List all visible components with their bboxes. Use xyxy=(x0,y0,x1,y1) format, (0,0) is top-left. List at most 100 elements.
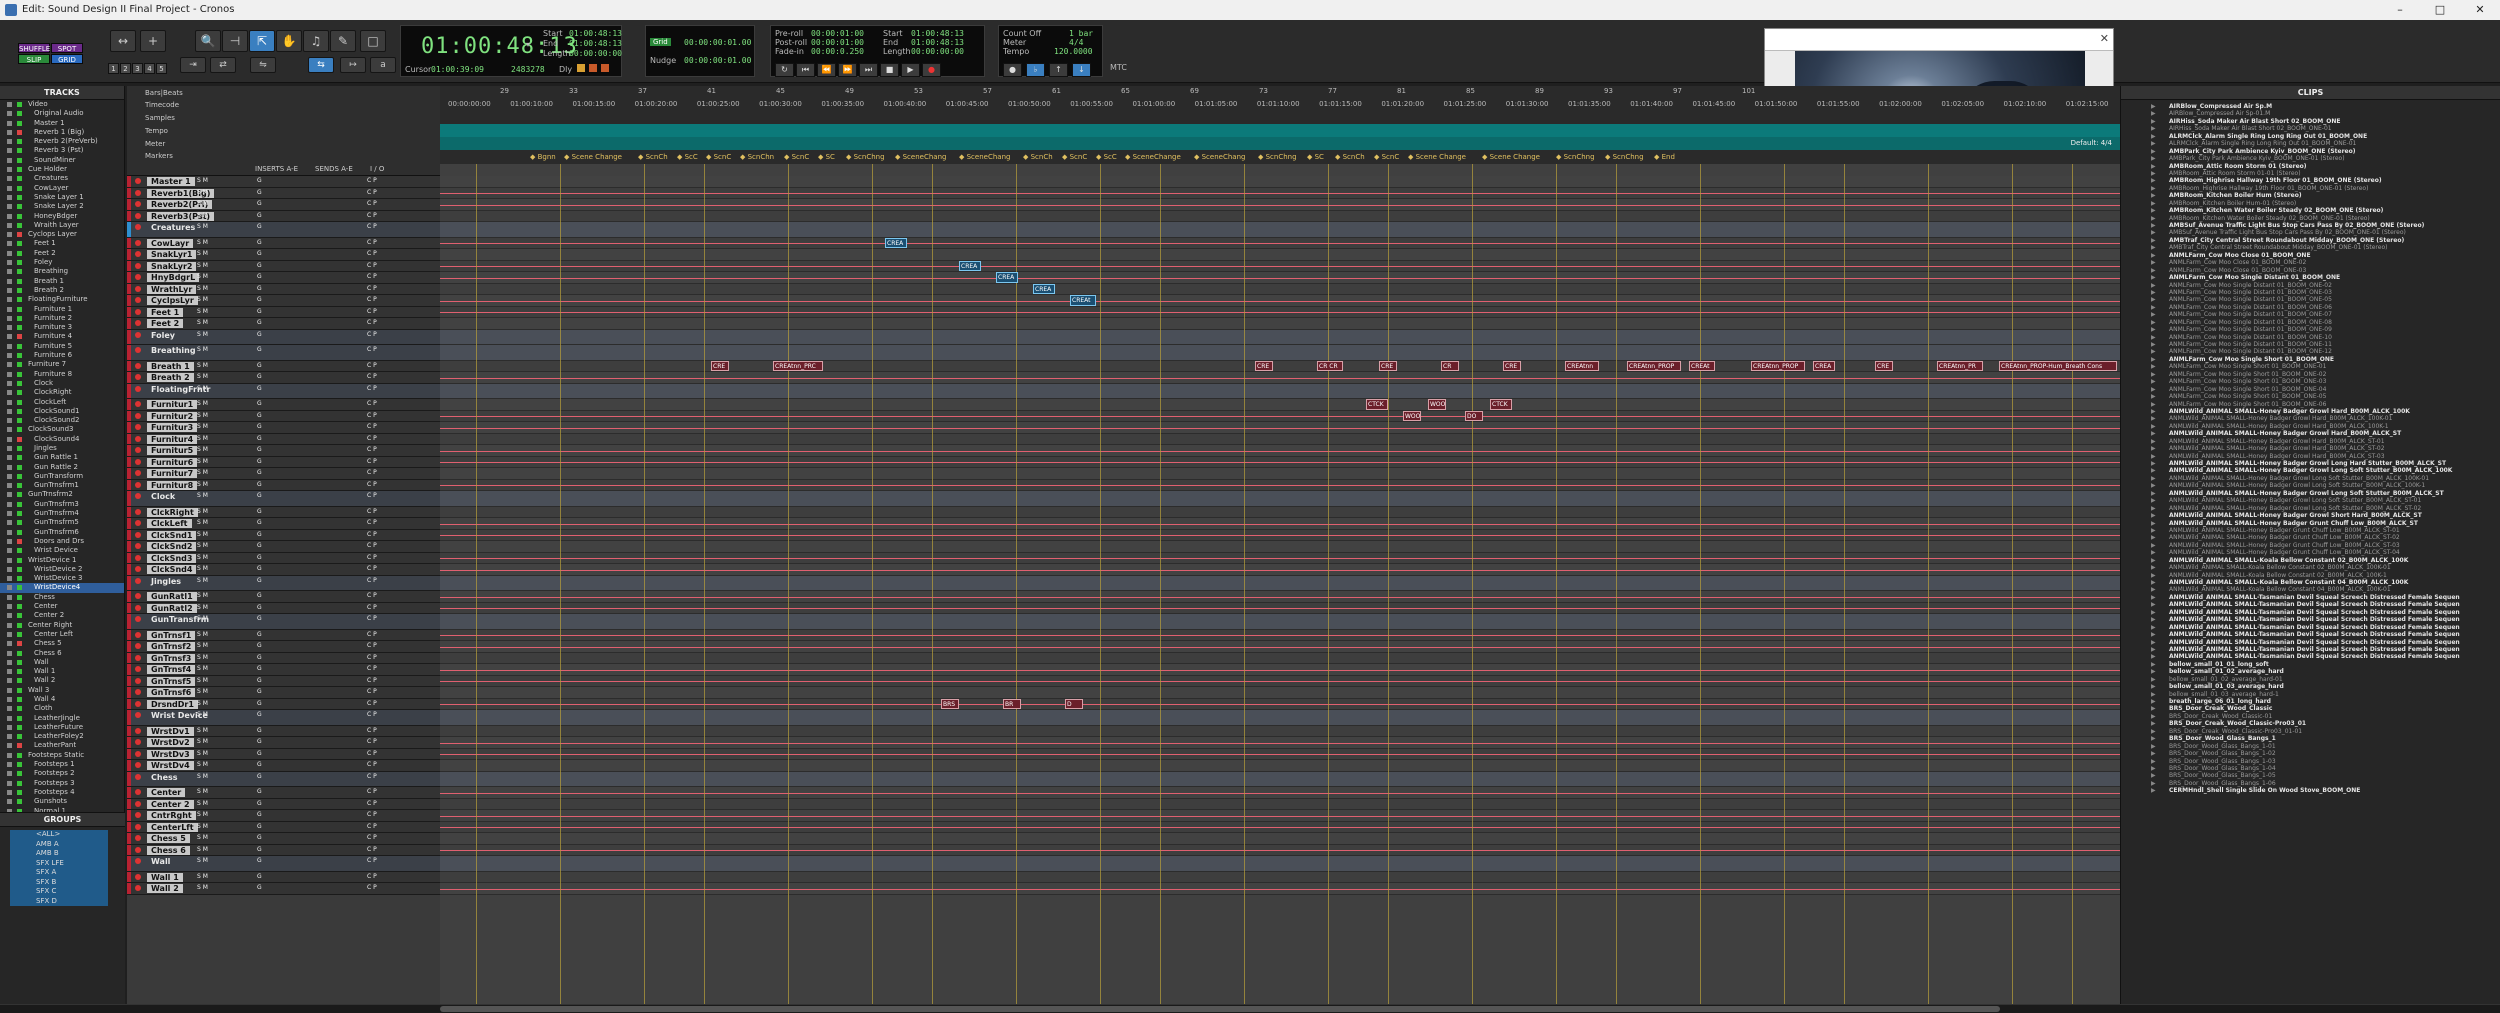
track-lane[interactable] xyxy=(440,798,2120,810)
record-enable-icon[interactable] xyxy=(135,201,141,207)
track-name[interactable]: Master 1 xyxy=(147,177,195,186)
record-enable-icon[interactable] xyxy=(135,424,141,430)
track-active-icon[interactable] xyxy=(17,473,22,479)
rewind-button[interactable]: ⏪ xyxy=(817,63,836,77)
io-slot[interactable]: C P xyxy=(367,761,377,769)
visibility-icon[interactable] xyxy=(7,557,12,563)
clips-list-item[interactable]: ▶ ANMLFarm_Cow Moo Single Distant 01_BOOM… xyxy=(2121,311,2500,318)
visibility-icon[interactable] xyxy=(7,371,12,377)
insert-slot[interactable]: G xyxy=(257,423,262,431)
clips-list-item[interactable]: ▶ ANMLWild_ANIMAL SMALL-Honey Badger Grow… xyxy=(2121,475,2500,482)
insert-slot[interactable]: G xyxy=(257,884,262,892)
insert-slot[interactable]: G xyxy=(257,761,262,769)
link-icon[interactable] xyxy=(601,64,609,72)
solo-mute-buttons[interactable]: S M xyxy=(197,811,208,819)
track-lane[interactable] xyxy=(440,833,2120,845)
track-list-item[interactable]: LeatherFoley2 xyxy=(0,732,124,741)
track-list-item[interactable]: SoundMiner xyxy=(0,156,124,165)
track-lane[interactable] xyxy=(440,844,2120,856)
track-active-icon[interactable] xyxy=(17,650,22,656)
track-name[interactable]: WrstDv3 xyxy=(147,749,194,759)
solo-mute-buttons[interactable]: S M xyxy=(197,373,208,381)
io-slot[interactable]: C P xyxy=(367,873,377,881)
track-lane[interactable] xyxy=(440,383,2120,399)
marker[interactable]: ◆ ScnChng xyxy=(846,153,885,161)
track-header[interactable]: Chess 6 S M G C P xyxy=(127,844,440,856)
io-slot[interactable]: C P xyxy=(367,346,377,354)
clips-list-item[interactable]: ▶ BRS_Door_Wood_Glass_Bangs_1-06 xyxy=(2121,780,2500,787)
clips-list-item[interactable]: ▶ ANMLWild_ANIMAL SMALL-Honey Badger Grow… xyxy=(2121,497,2500,504)
visibility-icon[interactable] xyxy=(7,724,12,730)
solo-mute-buttons[interactable]: S M xyxy=(197,884,208,892)
audio-clip[interactable]: D xyxy=(1065,698,1083,709)
track-header[interactable]: DrsndDr1 S M G C P xyxy=(127,698,440,710)
zoom-preset-2[interactable]: 2 xyxy=(120,63,131,74)
io-slot[interactable]: C P xyxy=(367,385,377,393)
track-lane[interactable] xyxy=(440,810,2120,822)
solo-mute-buttons[interactable]: S M xyxy=(197,223,208,231)
track-header[interactable]: GnTrnsf5 S M G C P xyxy=(127,675,440,687)
track-active-icon[interactable] xyxy=(17,762,22,768)
track-name[interactable]: Furnitur3 xyxy=(147,423,198,432)
record-enable-icon[interactable] xyxy=(135,331,141,338)
track-lane[interactable] xyxy=(440,479,2120,491)
io-slot[interactable]: C P xyxy=(367,423,377,431)
clips-list-item[interactable]: ▶ ANMLFarm_Cow Moo Close 01_BOOM_ONE-02 xyxy=(2121,259,2500,266)
track-lane[interactable] xyxy=(440,821,2120,833)
solo-mute-buttons[interactable]: S M xyxy=(197,212,208,220)
track-list-item[interactable]: WristDevice 1 xyxy=(0,556,124,565)
track-header[interactable]: SnakLyr1 S M G C P xyxy=(127,249,440,261)
audio-clip[interactable]: CREAtnn_PROP xyxy=(1627,360,1681,371)
expand-triangle-icon[interactable]: ▶ xyxy=(2151,274,2156,281)
audio-clip[interactable]: CRE xyxy=(1503,360,1521,371)
expand-triangle-icon[interactable]: ▶ xyxy=(2151,705,2156,712)
clips-list-item[interactable]: ▶ ANMLWild_ANIMAL SMALL-Honey Badger Grun… xyxy=(2121,549,2500,556)
meter-ruler[interactable]: Default: 4/4 xyxy=(440,137,2120,150)
solo-mute-buttons[interactable]: S M xyxy=(197,177,208,185)
record-enable-icon[interactable] xyxy=(135,274,141,280)
track-active-icon[interactable] xyxy=(17,622,22,628)
solo-mute-buttons[interactable]: S M xyxy=(197,873,208,881)
expand-triangle-icon[interactable]: ▶ xyxy=(2151,542,2156,549)
track-header[interactable]: ClckSnd1 S M G C P xyxy=(127,529,440,541)
insert-slot[interactable]: G xyxy=(257,492,262,500)
track-name[interactable]: Foley xyxy=(147,331,179,340)
clips-list-item[interactable]: ▶ AMBRoom_Highrise Hallway 19th Floor 01_… xyxy=(2121,177,2500,184)
record-enable-icon[interactable] xyxy=(135,577,141,584)
visibility-icon[interactable] xyxy=(7,706,12,712)
audio-clip[interactable]: WOO xyxy=(1403,410,1421,421)
track-lane[interactable] xyxy=(440,433,2120,445)
visibility-icon[interactable] xyxy=(7,473,12,479)
record-enable-icon[interactable] xyxy=(135,320,141,326)
track-header[interactable]: Creatures S M G C P xyxy=(127,222,440,238)
clips-list-item[interactable]: ▶ AMBSuf_Avenue Traffic Light Bus Stop Ca… xyxy=(2121,229,2500,236)
clips-list-item[interactable]: ▶ AMBTraf_City Central Street Roundabout … xyxy=(2121,237,2500,244)
track-header[interactable]: GnTrnsf1 S M G C P xyxy=(127,629,440,641)
clips-list-item[interactable]: ▶ bellow_small_01_02_average_hard xyxy=(2121,668,2500,675)
io-slot[interactable]: C P xyxy=(367,700,377,708)
insert-slot[interactable]: G xyxy=(257,577,262,585)
visibility-icon[interactable] xyxy=(7,464,12,470)
track-name[interactable]: Wall 1 xyxy=(147,872,183,882)
expand-triangle-icon[interactable]: ▶ xyxy=(2151,735,2156,742)
insert-slot[interactable]: G xyxy=(257,385,262,393)
track-name[interactable]: Furnitur7 xyxy=(147,469,198,478)
audio-clip[interactable]: CREAtnn_PROP-Hum_Breath Cons xyxy=(1999,360,2117,371)
expand-triangle-icon[interactable]: ▶ xyxy=(2151,750,2156,757)
track-list-item[interactable]: WristDevice 2 xyxy=(0,565,124,574)
io-slot[interactable]: C P xyxy=(367,846,377,854)
track-active-icon[interactable] xyxy=(17,306,22,312)
marker[interactable]: ◆ ScC xyxy=(1096,153,1117,161)
record-enable-icon[interactable] xyxy=(135,447,141,453)
visibility-icon[interactable] xyxy=(7,176,12,182)
track-header[interactable]: ClckSnd4 S M G C P xyxy=(127,564,440,576)
visibility-icon[interactable] xyxy=(7,427,12,433)
length-value[interactable]: 00:00:00:00 xyxy=(569,49,622,58)
visibility-icon[interactable] xyxy=(7,762,12,768)
clips-list-item[interactable]: ▶ bellow_small_01_03_average_hard-1 xyxy=(2121,691,2500,698)
expand-triangle-icon[interactable]: ▶ xyxy=(2151,497,2156,504)
clips-list-item[interactable]: ▶ ANMLFarm_Cow Moo Close 01_BOOM_ONE-03 xyxy=(2121,267,2500,274)
link-selection-button[interactable]: ⇆ xyxy=(308,57,334,73)
expand-triangle-icon[interactable]: ▶ xyxy=(2151,267,2156,274)
expand-triangle-icon[interactable]: ▶ xyxy=(2151,616,2156,623)
